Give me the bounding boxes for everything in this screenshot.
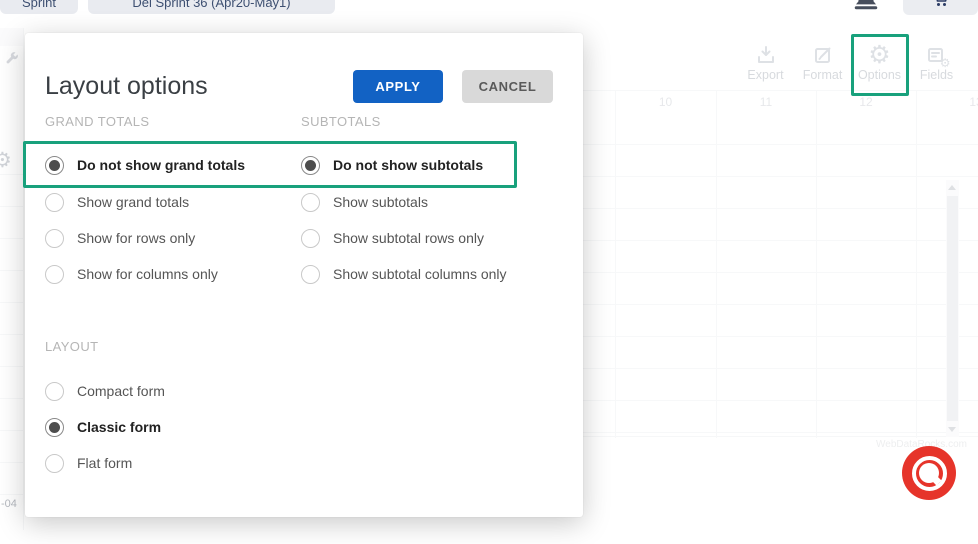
radio-icon[interactable] xyxy=(45,229,64,248)
subtotals-heading: SUBTOTALS xyxy=(301,114,381,129)
radio-label: Show subtotals xyxy=(333,194,428,210)
apply-button[interactable]: APPLY xyxy=(353,70,443,103)
radio-icon[interactable] xyxy=(301,229,320,248)
radio-flat-form[interactable]: Flat form xyxy=(45,451,132,475)
radio-icon[interactable] xyxy=(45,454,64,473)
highlight-box-selected-radios xyxy=(23,141,517,188)
radio-icon[interactable] xyxy=(45,265,64,284)
radio-label: Show for rows only xyxy=(77,230,195,246)
dialog-title: Layout options xyxy=(45,72,208,101)
radio-show-subtotals[interactable]: Show subtotals xyxy=(301,190,428,214)
radio-icon[interactable] xyxy=(301,265,320,284)
tab-label: Del Sprint 36 (Apr20-May1) xyxy=(132,0,290,10)
tab-label: Sprint xyxy=(22,0,56,10)
radio-icon[interactable] xyxy=(45,193,64,212)
logo-bubble xyxy=(919,463,939,483)
radio-selected-icon[interactable] xyxy=(45,418,64,437)
logo-ring xyxy=(912,456,947,491)
radio-show-subtotal-rows-only[interactable]: Show subtotal rows only xyxy=(301,226,484,250)
radio-label: Show subtotal rows only xyxy=(333,230,484,246)
radio-compact-form[interactable]: Compact form xyxy=(45,379,165,403)
notifications-bell-icon[interactable] xyxy=(851,0,881,18)
radio-show-for-columns-only[interactable]: Show for columns only xyxy=(45,262,218,286)
radio-show-subtotal-columns-only[interactable]: Show subtotal columns only xyxy=(301,262,507,286)
layout-heading: LAYOUT xyxy=(45,339,98,354)
layout-options-dialog: Layout options APPLY CANCEL GRAND TOTALS… xyxy=(25,33,583,517)
tab-sprint[interactable]: Sprint xyxy=(0,0,78,14)
radio-classic-form[interactable]: Classic form xyxy=(45,415,161,439)
radio-label: Flat form xyxy=(77,455,132,471)
radio-label: Show grand totals xyxy=(77,194,189,210)
tab-del-sprint-36[interactable]: Del Sprint 36 (Apr20-May1) xyxy=(88,0,335,14)
radio-show-grand-totals[interactable]: Show grand totals xyxy=(45,190,189,214)
cart-button[interactable] xyxy=(903,0,978,15)
highlight-box-options xyxy=(851,34,909,96)
radio-label: Compact form xyxy=(77,383,165,399)
radio-icon[interactable] xyxy=(301,193,320,212)
grand-totals-heading: GRAND TOTALS xyxy=(45,114,150,129)
radio-icon[interactable] xyxy=(45,382,64,401)
radio-show-for-rows-only[interactable]: Show for rows only xyxy=(45,226,195,250)
cart-icon xyxy=(933,0,949,12)
radio-label: Show for columns only xyxy=(77,266,218,282)
cancel-button[interactable]: CANCEL xyxy=(462,70,553,103)
webdatarocks-logo[interactable] xyxy=(902,446,956,500)
radio-label: Show subtotal columns only xyxy=(333,266,507,282)
radio-label: Classic form xyxy=(77,419,161,435)
